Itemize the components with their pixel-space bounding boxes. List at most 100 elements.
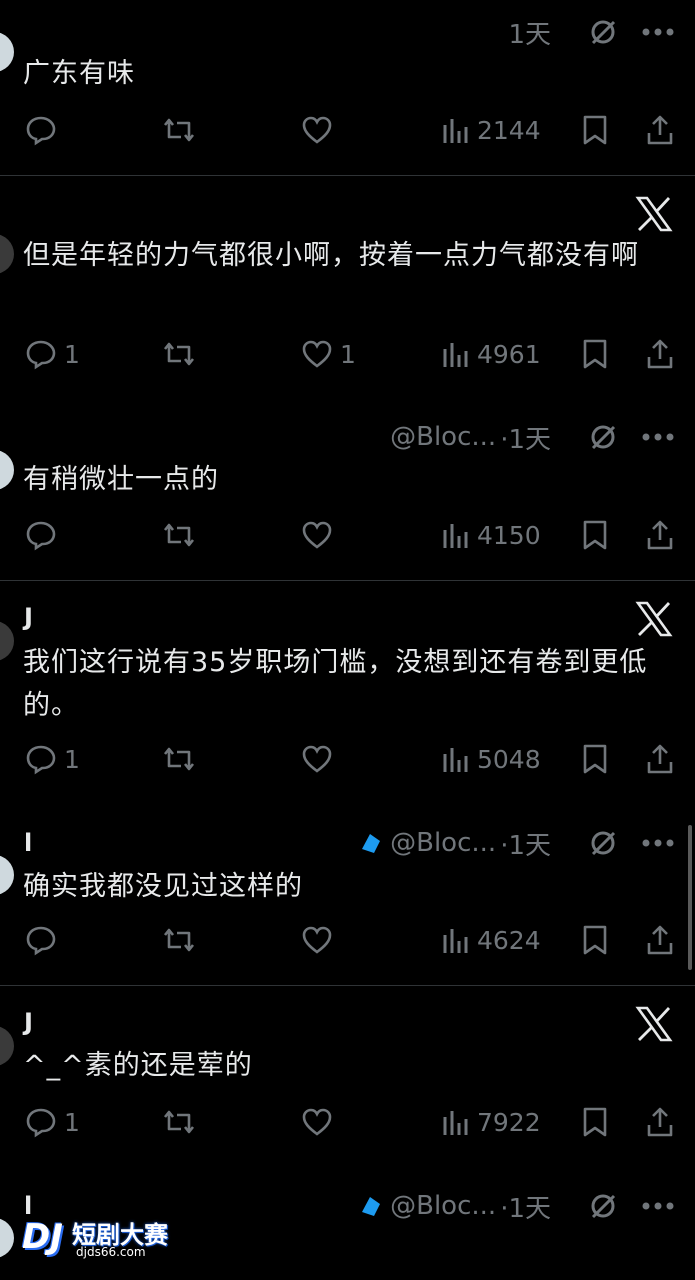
share-button[interactable] [645, 110, 675, 150]
tweet[interactable]: J ^_^素的还是荤的 1 7922 [0, 986, 695, 1170]
watermark: DJ 短剧大赛 djds66.com [22, 1213, 182, 1271]
share-icon [647, 925, 673, 955]
bookmark-button[interactable] [580, 1102, 610, 1142]
tweet[interactable]: 1天 广东有味 2144 [0, 0, 695, 175]
bookmark-button[interactable] [580, 110, 610, 150]
tweet-actions: 2144 [0, 110, 695, 150]
retweet-icon [163, 1110, 195, 1134]
grok-icon[interactable] [587, 827, 619, 859]
heart-icon [302, 521, 332, 549]
retweet-button[interactable] [161, 739, 197, 779]
timestamp[interactable]: ·1天 [500, 419, 551, 456]
like-button[interactable] [300, 739, 340, 779]
verified-badge-icon [362, 1197, 381, 1216]
timestamp[interactable]: ·1天 [500, 1188, 551, 1225]
avatar[interactable] [0, 234, 14, 274]
timestamp[interactable]: 1天 [508, 14, 551, 51]
retweet-button[interactable] [161, 1102, 197, 1142]
scrollbar[interactable] [688, 825, 692, 970]
share-icon [647, 744, 673, 774]
bookmark-button[interactable] [580, 515, 610, 555]
view-count: 4150 [477, 520, 541, 550]
watermark-logo: DJ [22, 1217, 63, 1257]
verified-badge-icon [362, 834, 381, 853]
share-button[interactable] [645, 515, 675, 555]
author-handle[interactable]: @Bloc... [390, 828, 496, 858]
reply-button[interactable] [24, 110, 64, 150]
views-icon [443, 343, 468, 367]
bookmark-icon [583, 744, 607, 774]
grok-icon[interactable] [587, 16, 619, 48]
like-button[interactable]: 1 [300, 334, 356, 374]
reply-icon [26, 926, 56, 956]
tweet-text: ^_^素的还是荤的 [23, 1050, 253, 1081]
tweet-text: 有稍微壮一点的 [23, 464, 219, 495]
reply-button[interactable] [24, 515, 64, 555]
bookmark-icon [583, 1107, 607, 1137]
avatar[interactable] [0, 621, 14, 661]
author-name[interactable]: J [24, 1004, 33, 1040]
views-button[interactable]: 4150 [441, 515, 541, 555]
bookmark-button[interactable] [580, 334, 610, 374]
author-name[interactable]: l [24, 825, 32, 861]
views-button[interactable]: 5048 [441, 739, 541, 779]
tweet-meta: @Bloc... ·1天 [390, 419, 675, 455]
views-button[interactable]: 7922 [441, 1102, 541, 1142]
reply-button[interactable] [24, 920, 64, 960]
share-button[interactable] [645, 1102, 675, 1142]
avatar[interactable] [0, 1218, 14, 1258]
grok-icon[interactable] [587, 421, 619, 453]
views-icon [443, 119, 468, 143]
share-button[interactable] [645, 334, 675, 374]
reply-button[interactable]: 1 [24, 1102, 80, 1142]
retweet-button[interactable] [161, 334, 197, 374]
heart-icon [302, 926, 332, 954]
bookmark-button[interactable] [580, 920, 610, 960]
view-count: 2144 [477, 115, 541, 145]
tweet-text: 我们这行说有35岁职场门槛，没想到还有卷到更低的。 [23, 647, 648, 721]
avatar[interactable] [0, 855, 14, 895]
share-button[interactable] [645, 739, 675, 779]
tweet[interactable]: @Bloc... ·1天 有稍微壮一点的 4150 [0, 400, 695, 580]
like-button[interactable] [300, 920, 340, 960]
bookmark-icon [583, 339, 607, 369]
tweet-meta: @Bloc... ·1天 [360, 825, 675, 861]
retweet-button[interactable] [161, 920, 197, 960]
timestamp[interactable]: ·1天 [500, 825, 551, 862]
tweet-actions: 1 5048 [0, 739, 695, 779]
views-button[interactable]: 4624 [441, 920, 541, 960]
share-icon [647, 1107, 673, 1137]
tweet[interactable]: 但是年轻的力气都很小啊，按着一点力气都没有啊 1 1 4961 [0, 176, 695, 396]
tweet[interactable]: l @Bloc... ·1天 确实我都没见过这样的 4624 [0, 805, 695, 985]
tweet[interactable]: J 我们这行说有35岁职场门槛，没想到还有卷到更低的。 1 5048 [0, 581, 695, 801]
more-icon[interactable] [641, 1201, 675, 1211]
more-icon[interactable] [641, 432, 675, 442]
bookmark-button[interactable] [580, 739, 610, 779]
avatar[interactable] [0, 32, 14, 72]
reply-button[interactable]: 1 [24, 334, 80, 374]
heart-icon [302, 116, 332, 144]
share-button[interactable] [645, 920, 675, 960]
view-count: 7922 [477, 1107, 541, 1137]
reply-icon [26, 116, 56, 146]
views-button[interactable]: 4961 [441, 334, 541, 374]
bookmark-icon [583, 115, 607, 145]
retweet-button[interactable] [161, 515, 197, 555]
watermark-site: djds66.com [76, 1245, 146, 1259]
views-button[interactable]: 2144 [441, 110, 541, 150]
author-handle[interactable]: @Bloc... [390, 1191, 496, 1221]
author-handle[interactable]: @Bloc... [390, 422, 496, 452]
avatar[interactable] [0, 1026, 14, 1066]
reply-icon [26, 521, 56, 551]
like-button[interactable] [300, 110, 340, 150]
retweet-icon [163, 928, 195, 952]
avatar[interactable] [0, 450, 14, 490]
reply-button[interactable]: 1 [24, 739, 80, 779]
more-icon[interactable] [641, 838, 675, 848]
like-button[interactable] [300, 1102, 340, 1142]
author-name[interactable]: J [24, 599, 33, 635]
retweet-button[interactable] [161, 110, 197, 150]
more-icon[interactable] [641, 27, 675, 37]
grok-icon[interactable] [587, 1190, 619, 1222]
like-button[interactable] [300, 515, 340, 555]
